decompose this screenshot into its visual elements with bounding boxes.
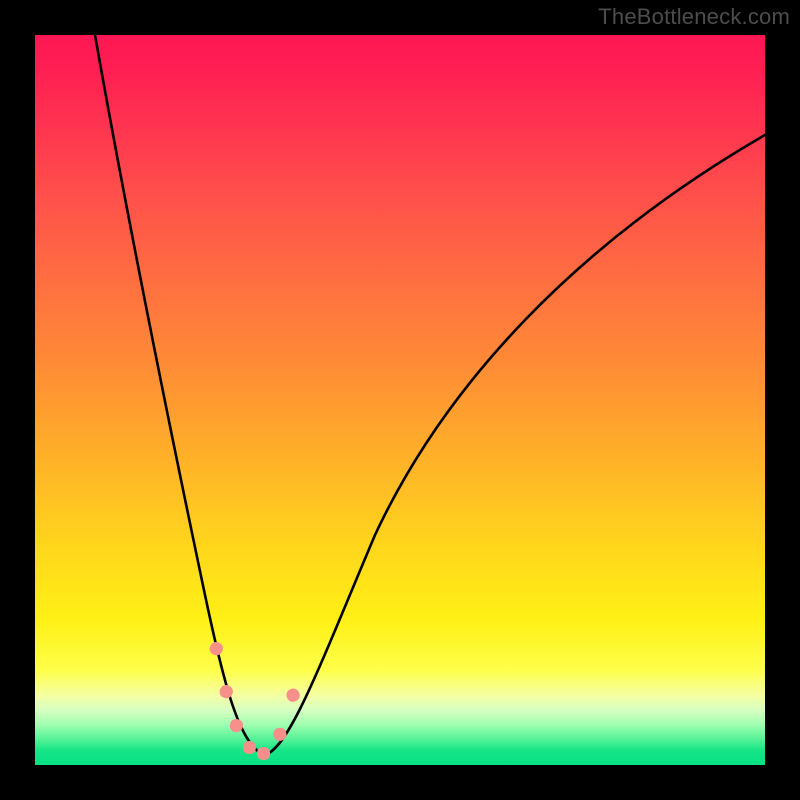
marker-dot xyxy=(272,726,288,742)
chart-svg xyxy=(35,35,765,765)
markers-group xyxy=(208,640,302,760)
v-curve-path xyxy=(95,35,765,755)
chart-frame: TheBottleneck.com xyxy=(0,0,800,800)
plot-area xyxy=(35,35,765,765)
credit-text: TheBottleneck.com xyxy=(598,4,790,30)
marker-dot xyxy=(242,740,256,754)
marker-dot xyxy=(208,640,225,657)
marker-dot xyxy=(218,683,235,700)
marker-dot xyxy=(284,687,301,704)
marker-dot xyxy=(257,747,270,760)
